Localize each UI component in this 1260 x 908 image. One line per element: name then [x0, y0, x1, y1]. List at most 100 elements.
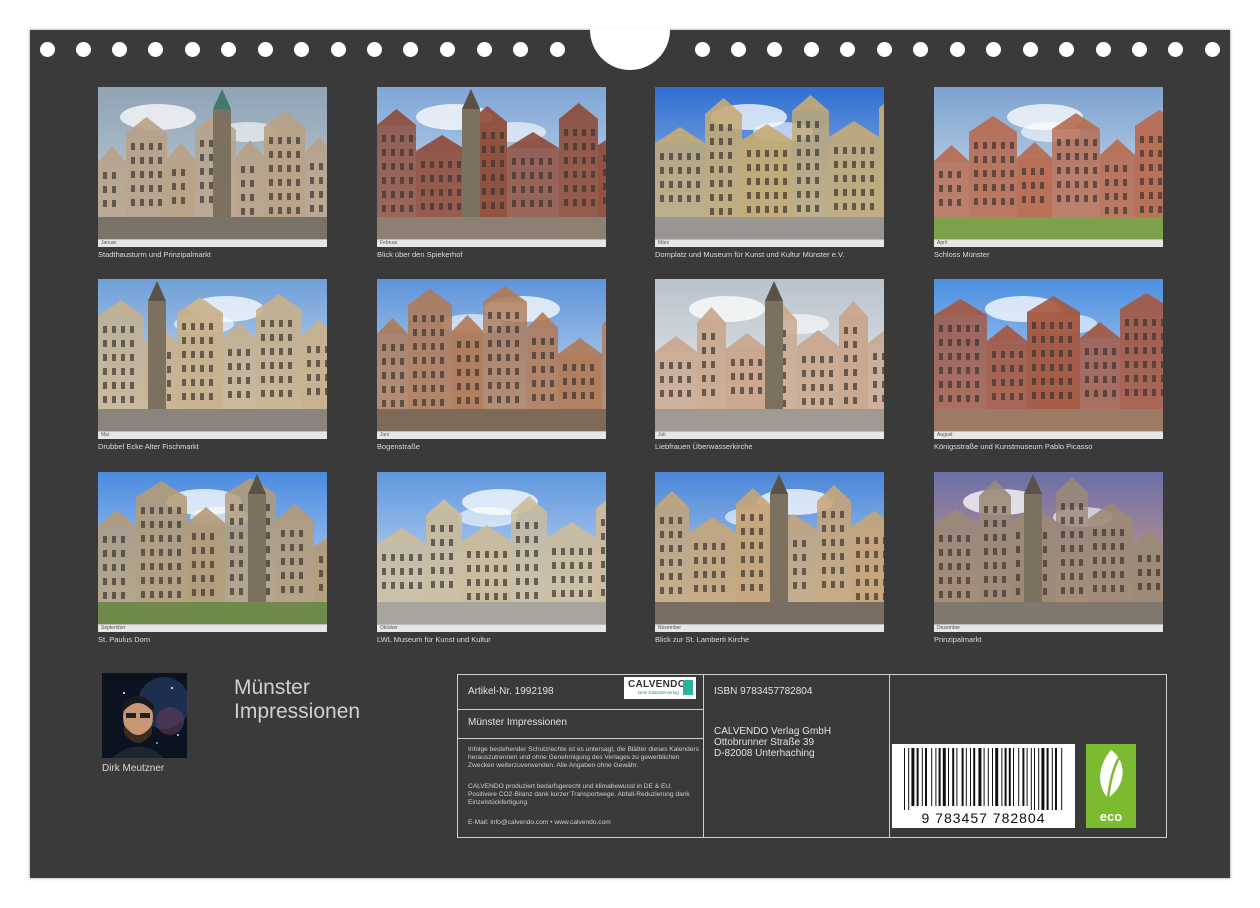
month-photo-11: November: [655, 472, 884, 632]
month-photo-3: März: [655, 87, 884, 247]
month-photo-10: Oktober: [377, 472, 606, 632]
mini-calendar-month: Januar: [101, 240, 117, 246]
mini-calendar-strip: Mai: [98, 431, 327, 439]
mini-calendar-strip: Oktober: [377, 624, 606, 632]
legal-box: Infolge bestehender Schutzrechte ist es …: [457, 738, 704, 838]
binding-hole: [877, 42, 892, 57]
binding-hole: [1059, 42, 1074, 57]
product-title: Münster Impressionen: [468, 717, 567, 728]
photo-caption: Liebfrauen Überwasserkirche: [655, 442, 753, 451]
binding-hole: [1132, 42, 1147, 57]
binding-hole: [1096, 42, 1111, 57]
mini-calendar-strip: August: [934, 431, 1163, 439]
month-photo-7: Juli: [655, 279, 884, 439]
calendar-back-cover: Januar Stadthausturm und Prinzipalmarkt Fe…: [30, 28, 1230, 878]
binding-hole: [403, 42, 418, 57]
mini-calendar-month: April: [937, 240, 948, 246]
product-title-box: Münster Impressionen: [457, 709, 704, 739]
calendar-title-line-1: Münster: [234, 676, 310, 699]
photo-caption: Blick zur St. Lamberti Kirche: [655, 635, 750, 644]
binding-hole: [986, 42, 1001, 57]
mini-calendar-strip: Januar: [98, 239, 327, 247]
month-photo-2: Februar: [377, 87, 606, 247]
calvendo-logo-brand: CALVENDO: [628, 679, 686, 690]
author-name: Dirk Meutzner: [102, 763, 165, 774]
month-photo-9: September: [98, 472, 327, 632]
binding-hole: [1168, 42, 1183, 57]
mini-calendar-strip: Juli: [655, 431, 884, 439]
photo-caption: Prinzipalmarkt: [934, 635, 982, 644]
hanger-cutout: [590, 28, 670, 70]
eco-label: eco: [1099, 809, 1123, 824]
mini-calendar-strip: April: [934, 239, 1163, 247]
photo-caption: Schloss Münster: [934, 250, 990, 259]
mini-calendar-month: Mai: [101, 432, 110, 438]
binding-hole: [258, 42, 273, 57]
mini-calendar-strip: September: [98, 624, 327, 632]
publisher-street: Ottobrunner Straße 39: [714, 737, 815, 748]
publisher-city: D-82008 Unterhaching: [714, 748, 815, 759]
photo-caption: Stadthausturm und Prinzipalmarkt: [98, 250, 211, 259]
binding-hole: [840, 42, 855, 57]
mini-calendar-month: September: [101, 625, 126, 631]
binding-hole: [1023, 42, 1038, 57]
mini-calendar-strip: Juni: [377, 431, 606, 439]
photo-caption: Blick über den Spiekerhof: [377, 250, 463, 259]
binding-hole: [913, 42, 928, 57]
binding-hole: [40, 42, 55, 57]
month-photo-6: Juni: [377, 279, 606, 439]
binding-hole: [76, 42, 91, 57]
month-photo-8: August: [934, 279, 1163, 439]
publisher-name: CALVENDO Verlag GmbH: [714, 726, 832, 737]
binding-hole: [804, 42, 819, 57]
photo-caption: Drubbel Ecke Alter Fischmarkt: [98, 442, 199, 451]
photo-caption: LWL Museum für Kunst und Kultur: [377, 635, 491, 644]
mini-calendar-strip: Februar: [377, 239, 606, 247]
barcode-digits: 9 783457 782804: [921, 810, 1046, 826]
binding-hole: [294, 42, 309, 57]
author-portrait: [102, 673, 187, 758]
barcode-icon: [904, 748, 1063, 810]
photo-caption: Bogenstraße: [377, 442, 420, 451]
eco-badge: eco: [1086, 744, 1136, 828]
mini-calendar-strip: Dezember: [934, 624, 1163, 632]
binding-hole: [367, 42, 382, 57]
month-photo-5: Mai: [98, 279, 327, 439]
calendar-title: Münster Impressionen: [234, 676, 360, 724]
photo-caption: Königsstraße und Kunstmuseum Pablo Picas…: [934, 442, 1093, 451]
leaf-icon: [1100, 750, 1123, 799]
mini-calendar-month: Juni: [380, 432, 390, 438]
binding-hole: [767, 42, 782, 57]
month-photo-12: Dezember: [934, 472, 1163, 632]
calendar-title-line-2: Impressionen: [234, 700, 361, 723]
mini-calendar-strip: November: [655, 624, 884, 632]
mini-calendar-month: August: [937, 432, 953, 438]
mini-calendar-month: Februar: [380, 240, 398, 246]
month-photo-4: April: [934, 87, 1163, 247]
month-photo-1: Januar: [98, 87, 327, 247]
binding-hole: [185, 42, 200, 57]
binding-hole: [950, 42, 965, 57]
isbn-number: ISBN 9783457782804: [714, 686, 813, 697]
binding-hole: [221, 42, 236, 57]
binding-hole: [112, 42, 127, 57]
mini-calendar-month: November: [658, 625, 682, 631]
binding-hole: [477, 42, 492, 57]
binding-hole: [331, 42, 346, 57]
eco-notice: CALVENDO produziert bedarfsgerecht und k…: [468, 783, 690, 806]
binding-hole: [148, 42, 163, 57]
binding-hole: [731, 42, 746, 57]
calvendo-logo-tagline: Dein Kalenderverlag: [638, 690, 679, 695]
mini-calendar-month: Dezember: [937, 625, 961, 631]
mini-calendar-month: Juli: [658, 432, 666, 438]
binding-hole: [695, 42, 710, 57]
mini-calendar-strip: März: [655, 239, 884, 247]
calvendo-mark-icon: [683, 680, 693, 695]
binding-hole: [1205, 42, 1220, 57]
legal-notice: Infolge bestehender Schutzrechte ist es …: [468, 746, 699, 769]
calvendo-logo: CALVENDO Dein Kalenderverlag: [624, 677, 696, 699]
mini-calendar-month: März: [658, 240, 670, 246]
photo-caption: Domplatz und Museum für Kunst und Kultur…: [655, 250, 845, 259]
binding-hole: [440, 42, 455, 57]
isbn-box: ISBN 9783457782804 CALVENDO Verlag GmbH …: [703, 674, 890, 838]
